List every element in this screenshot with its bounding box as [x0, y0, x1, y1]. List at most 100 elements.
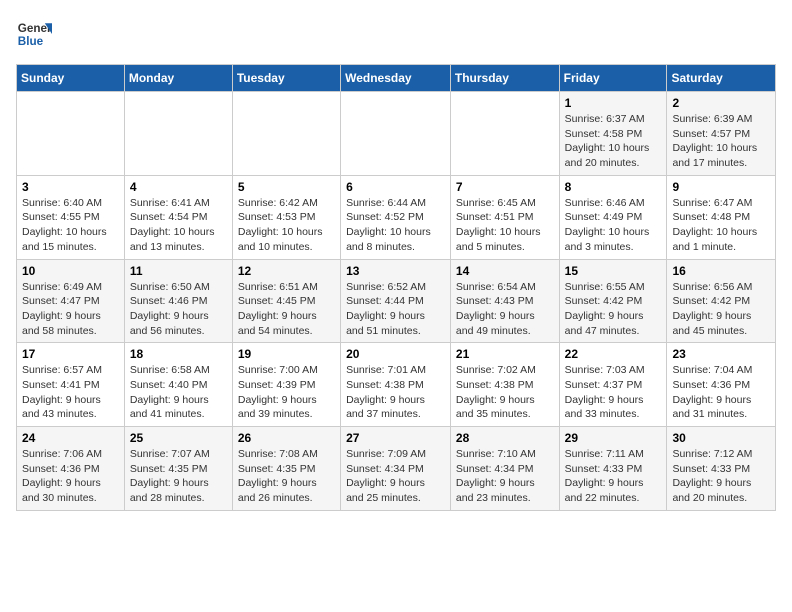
day-number: 25 [130, 431, 227, 445]
calendar-cell [17, 92, 125, 176]
calendar-cell: 8 Sunrise: 6:46 AM Sunset: 4:49 PM Daylig… [559, 175, 667, 259]
calendar-cell: 24 Sunrise: 7:06 AM Sunset: 4:36 PM Dayli… [17, 427, 125, 511]
day-number: 2 [672, 96, 770, 110]
dow-header-saturday: Saturday [667, 65, 776, 92]
calendar-cell: 11 Sunrise: 6:50 AM Sunset: 4:46 PM Dayli… [124, 259, 232, 343]
day-number: 24 [22, 431, 119, 445]
calendar-cell: 17 Sunrise: 6:57 AM Sunset: 4:41 PM Dayli… [17, 343, 125, 427]
day-number: 12 [238, 264, 335, 278]
day-number: 10 [22, 264, 119, 278]
day-number: 5 [238, 180, 335, 194]
day-info: Sunrise: 6:52 AM Sunset: 4:44 PM Dayligh… [346, 280, 445, 339]
dow-header-monday: Monday [124, 65, 232, 92]
day-number: 30 [672, 431, 770, 445]
day-info: Sunrise: 6:56 AM Sunset: 4:42 PM Dayligh… [672, 280, 770, 339]
calendar-table: SundayMondayTuesdayWednesdayThursdayFrid… [16, 64, 776, 511]
calendar-cell: 7Sunrise: 6:45 AM Sunset: 4:51 PM Daylig… [450, 175, 559, 259]
day-info: Sunrise: 6:37 AM Sunset: 4:58 PM Dayligh… [565, 112, 662, 171]
day-info: Sunrise: 6:50 AM Sunset: 4:46 PM Dayligh… [130, 280, 227, 339]
day-info: Sunrise: 7:11 AM Sunset: 4:33 PM Dayligh… [565, 447, 662, 506]
day-number: 15 [565, 264, 662, 278]
dow-header-wednesday: Wednesday [341, 65, 451, 92]
calendar-cell: 3 Sunrise: 6:40 AM Sunset: 4:55 PM Daylig… [17, 175, 125, 259]
calendar-cell: 28Sunrise: 7:10 AM Sunset: 4:34 PM Dayli… [450, 427, 559, 511]
calendar-cell: 30 Sunrise: 7:12 AM Sunset: 4:33 PM Dayli… [667, 427, 776, 511]
day-info: Sunrise: 6:41 AM Sunset: 4:54 PM Dayligh… [130, 196, 227, 255]
day-info: Sunrise: 7:08 AM Sunset: 4:35 PM Dayligh… [238, 447, 335, 506]
day-number: 26 [238, 431, 335, 445]
calendar-cell: 27 Sunrise: 7:09 AM Sunset: 4:34 PM Dayli… [341, 427, 451, 511]
logo-icon: General Blue [16, 16, 52, 52]
day-info: Sunrise: 7:00 AM Sunset: 4:39 PM Dayligh… [238, 363, 335, 422]
day-info: Sunrise: 7:01 AM Sunset: 4:38 PM Dayligh… [346, 363, 445, 422]
day-number: 8 [565, 180, 662, 194]
day-number: 17 [22, 347, 119, 361]
day-info: Sunrise: 6:42 AM Sunset: 4:53 PM Dayligh… [238, 196, 335, 255]
day-number: 4 [130, 180, 227, 194]
calendar-cell: 4 Sunrise: 6:41 AM Sunset: 4:54 PM Daylig… [124, 175, 232, 259]
day-info: Sunrise: 6:58 AM Sunset: 4:40 PM Dayligh… [130, 363, 227, 422]
calendar-cell: 15 Sunrise: 6:55 AM Sunset: 4:42 PM Dayli… [559, 259, 667, 343]
day-number: 9 [672, 180, 770, 194]
dow-header-tuesday: Tuesday [232, 65, 340, 92]
day-number: 6 [346, 180, 445, 194]
day-info: Sunrise: 6:55 AM Sunset: 4:42 PM Dayligh… [565, 280, 662, 339]
day-number: 16 [672, 264, 770, 278]
calendar-cell: 6 Sunrise: 6:44 AM Sunset: 4:52 PM Daylig… [341, 175, 451, 259]
header: General Blue [16, 16, 776, 52]
dow-header-thursday: Thursday [450, 65, 559, 92]
dow-header-sunday: Sunday [17, 65, 125, 92]
logo: General Blue [16, 16, 52, 52]
dow-header-friday: Friday [559, 65, 667, 92]
day-info: Sunrise: 6:44 AM Sunset: 4:52 PM Dayligh… [346, 196, 445, 255]
day-number: 21 [456, 347, 554, 361]
calendar-cell: 25 Sunrise: 7:07 AM Sunset: 4:35 PM Dayli… [124, 427, 232, 511]
day-info: Sunrise: 7:07 AM Sunset: 4:35 PM Dayligh… [130, 447, 227, 506]
day-number: 13 [346, 264, 445, 278]
day-info: Sunrise: 7:09 AM Sunset: 4:34 PM Dayligh… [346, 447, 445, 506]
calendar-cell: 26 Sunrise: 7:08 AM Sunset: 4:35 PM Dayli… [232, 427, 340, 511]
calendar-cell: 5 Sunrise: 6:42 AM Sunset: 4:53 PM Daylig… [232, 175, 340, 259]
day-number: 23 [672, 347, 770, 361]
calendar-cell [450, 92, 559, 176]
calendar-cell: 18Sunrise: 6:58 AM Sunset: 4:40 PM Dayli… [124, 343, 232, 427]
day-info: Sunrise: 6:40 AM Sunset: 4:55 PM Dayligh… [22, 196, 119, 255]
day-info: Sunrise: 6:49 AM Sunset: 4:47 PM Dayligh… [22, 280, 119, 339]
calendar-cell: 19Sunrise: 7:00 AM Sunset: 4:39 PM Dayli… [232, 343, 340, 427]
calendar-cell: 14 Sunrise: 6:54 AM Sunset: 4:43 PM Dayli… [450, 259, 559, 343]
day-info: Sunrise: 6:47 AM Sunset: 4:48 PM Dayligh… [672, 196, 770, 255]
day-info: Sunrise: 6:46 AM Sunset: 4:49 PM Dayligh… [565, 196, 662, 255]
day-number: 22 [565, 347, 662, 361]
calendar-cell: 23 Sunrise: 7:04 AM Sunset: 4:36 PM Dayli… [667, 343, 776, 427]
svg-text:Blue: Blue [18, 35, 44, 48]
day-number: 28 [456, 431, 554, 445]
calendar-cell: 21 Sunrise: 7:02 AM Sunset: 4:38 PM Dayli… [450, 343, 559, 427]
calendar-cell: 22 Sunrise: 7:03 AM Sunset: 4:37 PM Dayli… [559, 343, 667, 427]
calendar-cell: 2 Sunrise: 6:39 AM Sunset: 4:57 PM Daylig… [667, 92, 776, 176]
day-number: 14 [456, 264, 554, 278]
day-info: Sunrise: 7:02 AM Sunset: 4:38 PM Dayligh… [456, 363, 554, 422]
day-number: 1 [565, 96, 662, 110]
day-info: Sunrise: 7:03 AM Sunset: 4:37 PM Dayligh… [565, 363, 662, 422]
day-number: 3 [22, 180, 119, 194]
calendar-cell: 16 Sunrise: 6:56 AM Sunset: 4:42 PM Dayli… [667, 259, 776, 343]
calendar-cell [341, 92, 451, 176]
calendar-cell: 1 Sunrise: 6:37 AM Sunset: 4:58 PM Daylig… [559, 92, 667, 176]
day-info: Sunrise: 6:51 AM Sunset: 4:45 PM Dayligh… [238, 280, 335, 339]
day-number: 27 [346, 431, 445, 445]
calendar-cell: 12 Sunrise: 6:51 AM Sunset: 4:45 PM Dayli… [232, 259, 340, 343]
day-number: 11 [130, 264, 227, 278]
calendar-cell: 29 Sunrise: 7:11 AM Sunset: 4:33 PM Dayli… [559, 427, 667, 511]
day-number: 7 [456, 180, 554, 194]
day-info: Sunrise: 6:54 AM Sunset: 4:43 PM Dayligh… [456, 280, 554, 339]
day-info: Sunrise: 6:57 AM Sunset: 4:41 PM Dayligh… [22, 363, 119, 422]
day-number: 29 [565, 431, 662, 445]
calendar-cell: 13 Sunrise: 6:52 AM Sunset: 4:44 PM Dayli… [341, 259, 451, 343]
day-info: Sunrise: 7:04 AM Sunset: 4:36 PM Dayligh… [672, 363, 770, 422]
day-info: Sunrise: 6:39 AM Sunset: 4:57 PM Dayligh… [672, 112, 770, 171]
day-info: Sunrise: 7:12 AM Sunset: 4:33 PM Dayligh… [672, 447, 770, 506]
calendar-cell [124, 92, 232, 176]
calendar-cell: 10 Sunrise: 6:49 AM Sunset: 4:47 PM Dayli… [17, 259, 125, 343]
calendar-cell: 9 Sunrise: 6:47 AM Sunset: 4:48 PM Daylig… [667, 175, 776, 259]
day-info: Sunrise: 7:06 AM Sunset: 4:36 PM Dayligh… [22, 447, 119, 506]
